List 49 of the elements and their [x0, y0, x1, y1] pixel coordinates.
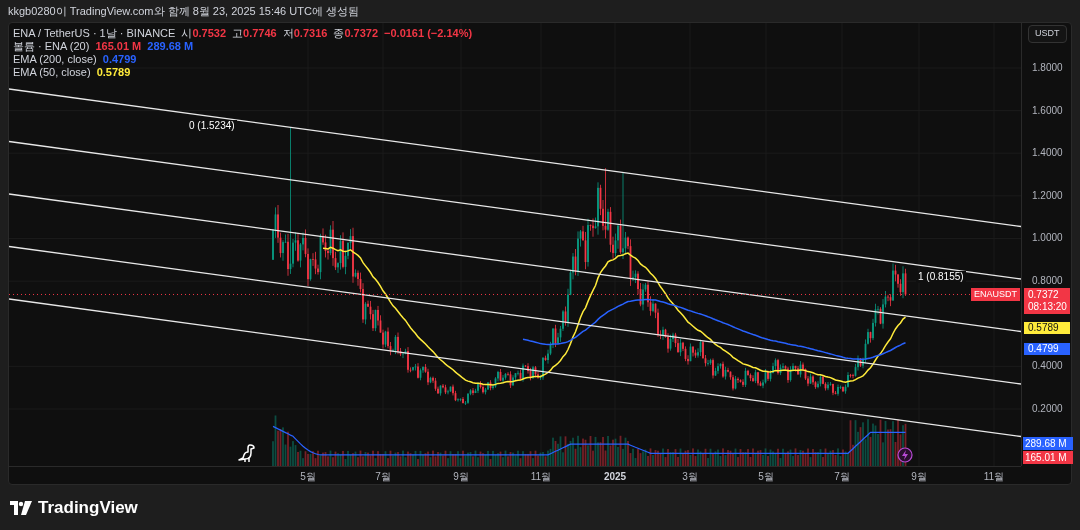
indicator-price-tag: 0.5789 [1024, 322, 1070, 335]
time-tick: 3월 [682, 471, 698, 483]
time-tick: 11월 [983, 471, 1005, 483]
time-tick: 2025 [603, 471, 627, 483]
price-tick: 0.4000 [1032, 360, 1063, 373]
price-tick: 1.8000 [1032, 62, 1063, 74]
legend-label: 볼륨 · ENA (20) [13, 40, 90, 52]
legend-value: 0.4799 [102, 53, 137, 65]
currency-button[interactable]: USDT [1028, 25, 1067, 43]
price-tick: 1.6000 [1032, 104, 1063, 117]
time-tick: 7월 [375, 471, 391, 483]
time-tick: 7월 [834, 471, 850, 483]
price-tick: 1.0000 [1032, 232, 1063, 245]
time-tick: 5월 [300, 471, 316, 483]
dinosaur-icon[interactable] [237, 443, 257, 463]
legend-label: EMA (200, close) [13, 53, 97, 65]
legend-prefix: 고 [232, 27, 244, 39]
time-tick: 11월 [530, 471, 552, 483]
time-tick: 5월 [758, 471, 774, 483]
price-tick: 0.8000 [1032, 275, 1063, 288]
price-tick: 1.4000 [1032, 147, 1063, 160]
legend-value: 0.7372 [344, 27, 379, 39]
volume-tag: 289.68 M [1023, 437, 1073, 450]
price-tick: 0.2000 [1032, 402, 1063, 415]
brand-name: TradingView [38, 496, 138, 519]
channel-level-label: 1 (0.8155) [916, 271, 966, 283]
last-price-tag: 0.7372 08:13:20 [1024, 288, 1070, 315]
legend-value: 0.5789 [96, 66, 131, 78]
legend-label: ENA / TetherUS · 1날 · BINANCE [13, 27, 176, 39]
volume-tag: 165.01 M [1023, 451, 1073, 464]
legend-prefix: 저 [282, 27, 294, 39]
lightning-icon[interactable] [897, 447, 913, 463]
caption: kkgb0280이 TradingView.com와 함께 8월 23, 2025 15:46 UTC에 생성됨 [8, 3, 359, 19]
symbol-tag: ENAUSDT [971, 288, 1020, 302]
time-tick: 9월 [911, 471, 927, 483]
legend-value: 0.7532 [192, 27, 227, 39]
indicator-price-tag: 0.4799 [1024, 343, 1070, 356]
legend-value: 289.68 M [147, 40, 194, 52]
legend-prefix: 시 [181, 27, 193, 39]
legend-value: 0.7746 [243, 27, 277, 39]
legend-value: 165.01 M [95, 40, 142, 52]
legend-value: 0.7316 [293, 27, 328, 39]
time-tick: 9월 [453, 471, 469, 483]
legend-label: EMA (50, close) [13, 66, 91, 78]
price-tick: 1.2000 [1032, 189, 1063, 202]
legend-prefix: 종 [333, 27, 345, 39]
legend-value: −0.0161 (−2.14%) [384, 27, 473, 39]
channel-level-label: 0 (1.5234) [187, 120, 237, 132]
logo-icon [10, 500, 32, 515]
